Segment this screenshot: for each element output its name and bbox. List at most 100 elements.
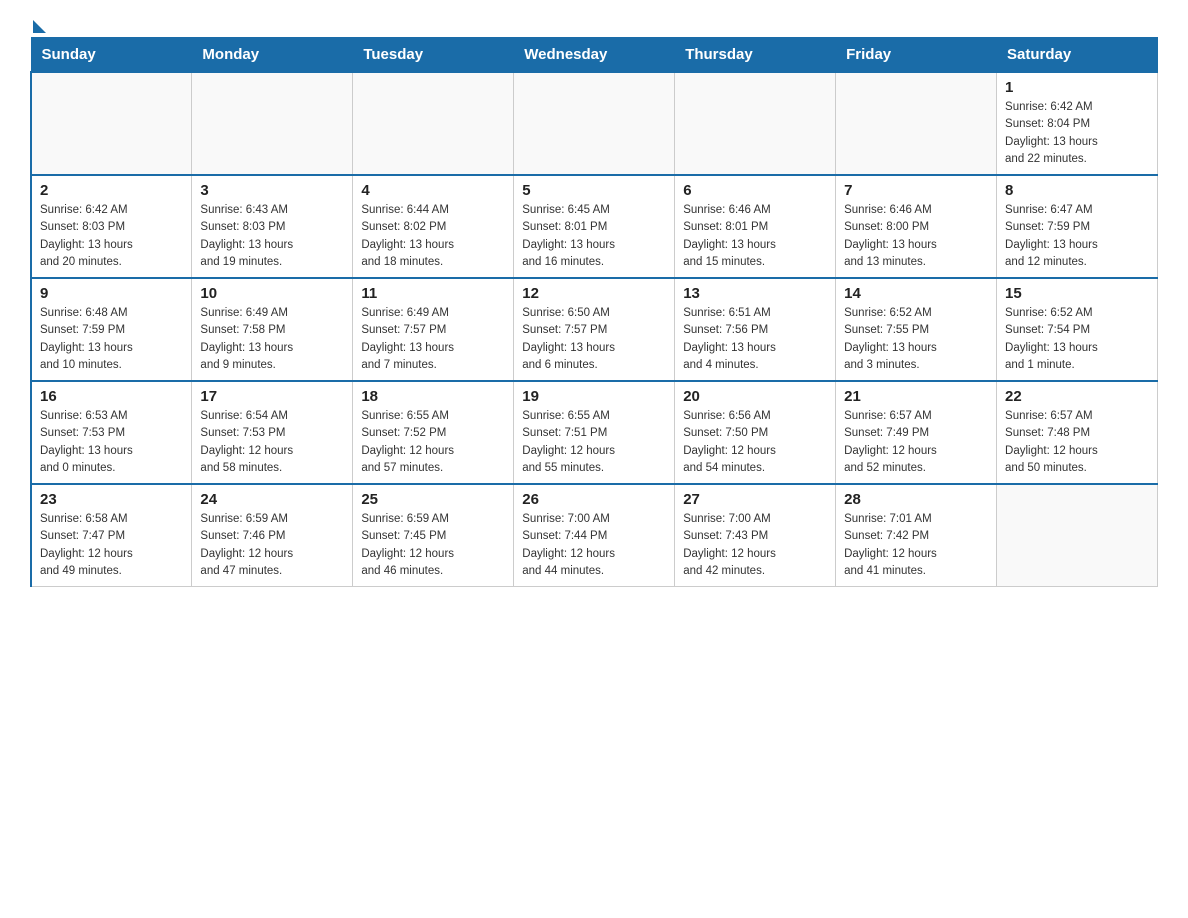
calendar-cell: 10 Sunrise: 6:49 AM Sunset: 7:58 PM Dayli… <box>192 278 353 381</box>
calendar-cell: 14 Sunrise: 6:52 AM Sunset: 7:55 PM Dayli… <box>836 278 997 381</box>
calendar-cell: 12 Sunrise: 6:50 AM Sunset: 7:57 PM Dayli… <box>514 278 675 381</box>
weekday-header-monday: Monday <box>192 38 353 73</box>
calendar-cell: 3Sunrise: 6:43 AM Sunset: 8:03 PM Daylig… <box>192 175 353 278</box>
logo <box>30 20 46 27</box>
weekday-header-wednesday: Wednesday <box>514 38 675 73</box>
day-info: Sunrise: 6:59 AM Sunset: 7:45 PM Dayligh… <box>361 511 505 580</box>
weekday-header-saturday: Saturday <box>997 38 1158 73</box>
weekday-header-friday: Friday <box>836 38 997 73</box>
day-number: 12 <box>522 285 666 302</box>
calendar-week-1: 1 Sunrise: 6:42 AM Sunset: 8:04 PM Daylig… <box>31 72 1158 175</box>
day-info: Sunrise: 6:53 AM Sunset: 7:53 PM Dayligh… <box>40 408 183 477</box>
day-info: Sunrise: 6:49 AM Sunset: 7:57 PM Dayligh… <box>361 305 505 374</box>
day-info: Sunrise: 6:57 AM Sunset: 7:48 PM Dayligh… <box>1005 408 1149 477</box>
page-header <box>30 20 1158 27</box>
day-number: 20 <box>683 388 827 405</box>
calendar-cell <box>31 72 192 175</box>
calendar-cell: 26Sunrise: 7:00 AM Sunset: 7:44 PM Dayli… <box>514 484 675 587</box>
calendar-cell: 15 Sunrise: 6:52 AM Sunset: 7:54 PM Dayli… <box>997 278 1158 381</box>
day-number: 5 <box>522 182 666 199</box>
day-number: 4 <box>361 182 505 199</box>
day-number: 27 <box>683 491 827 508</box>
day-number: 22 <box>1005 388 1149 405</box>
calendar-cell: 11 Sunrise: 6:49 AM Sunset: 7:57 PM Dayli… <box>353 278 514 381</box>
day-info: Sunrise: 6:52 AM Sunset: 7:55 PM Dayligh… <box>844 305 988 374</box>
calendar-week-5: 23 Sunrise: 6:58 AM Sunset: 7:47 PM Dayli… <box>31 484 1158 587</box>
day-number: 2 <box>40 182 183 199</box>
calendar-cell: 23 Sunrise: 6:58 AM Sunset: 7:47 PM Dayli… <box>31 484 192 587</box>
calendar-cell <box>836 72 997 175</box>
day-number: 9 <box>40 285 183 302</box>
calendar-cell: 28 Sunrise: 7:01 AM Sunset: 7:42 PM Dayli… <box>836 484 997 587</box>
day-number: 15 <box>1005 285 1149 302</box>
calendar-header: SundayMondayTuesdayWednesdayThursdayFrid… <box>31 38 1158 73</box>
day-info: Sunrise: 7:01 AM Sunset: 7:42 PM Dayligh… <box>844 511 988 580</box>
day-info: Sunrise: 6:51 AM Sunset: 7:56 PM Dayligh… <box>683 305 827 374</box>
day-info: Sunrise: 6:46 AM Sunset: 8:01 PM Dayligh… <box>683 202 827 271</box>
calendar-cell: 18Sunrise: 6:55 AM Sunset: 7:52 PM Dayli… <box>353 381 514 484</box>
day-number: 21 <box>844 388 988 405</box>
calendar-cell <box>192 72 353 175</box>
day-number: 16 <box>40 388 183 405</box>
calendar-cell: 4 Sunrise: 6:44 AM Sunset: 8:02 PM Daylig… <box>353 175 514 278</box>
calendar-cell: 6 Sunrise: 6:46 AM Sunset: 8:01 PM Daylig… <box>675 175 836 278</box>
day-info: Sunrise: 6:44 AM Sunset: 8:02 PM Dayligh… <box>361 202 505 271</box>
calendar-week-2: 2 Sunrise: 6:42 AM Sunset: 8:03 PM Daylig… <box>31 175 1158 278</box>
weekday-header-tuesday: Tuesday <box>353 38 514 73</box>
day-info: Sunrise: 7:00 AM Sunset: 7:43 PM Dayligh… <box>683 511 827 580</box>
calendar-cell: 7Sunrise: 6:46 AM Sunset: 8:00 PM Daylig… <box>836 175 997 278</box>
day-info: Sunrise: 6:56 AM Sunset: 7:50 PM Dayligh… <box>683 408 827 477</box>
calendar-cell <box>353 72 514 175</box>
day-number: 3 <box>200 182 344 199</box>
calendar-cell: 17 Sunrise: 6:54 AM Sunset: 7:53 PM Dayli… <box>192 381 353 484</box>
calendar-cell: 21 Sunrise: 6:57 AM Sunset: 7:49 PM Dayli… <box>836 381 997 484</box>
weekday-header-row: SundayMondayTuesdayWednesdayThursdayFrid… <box>31 38 1158 73</box>
calendar-cell <box>997 484 1158 587</box>
calendar-cell: 1 Sunrise: 6:42 AM Sunset: 8:04 PM Daylig… <box>997 72 1158 175</box>
calendar-cell: 2 Sunrise: 6:42 AM Sunset: 8:03 PM Daylig… <box>31 175 192 278</box>
day-info: Sunrise: 6:58 AM Sunset: 7:47 PM Dayligh… <box>40 511 183 580</box>
calendar-cell: 5 Sunrise: 6:45 AM Sunset: 8:01 PM Daylig… <box>514 175 675 278</box>
day-info: Sunrise: 6:42 AM Sunset: 8:03 PM Dayligh… <box>40 202 183 271</box>
day-number: 7 <box>844 182 988 199</box>
calendar-cell: 8 Sunrise: 6:47 AM Sunset: 7:59 PM Daylig… <box>997 175 1158 278</box>
weekday-header-sunday: Sunday <box>31 38 192 73</box>
day-number: 25 <box>361 491 505 508</box>
calendar-cell: 22 Sunrise: 6:57 AM Sunset: 7:48 PM Dayli… <box>997 381 1158 484</box>
calendar-cell: 13Sunrise: 6:51 AM Sunset: 7:56 PM Dayli… <box>675 278 836 381</box>
logo-triangle-icon <box>33 20 46 33</box>
day-number: 8 <box>1005 182 1149 199</box>
calendar-cell: 9 Sunrise: 6:48 AM Sunset: 7:59 PM Daylig… <box>31 278 192 381</box>
day-info: Sunrise: 6:50 AM Sunset: 7:57 PM Dayligh… <box>522 305 666 374</box>
day-info: Sunrise: 6:49 AM Sunset: 7:58 PM Dayligh… <box>200 305 344 374</box>
day-number: 11 <box>361 285 505 302</box>
day-info: Sunrise: 6:52 AM Sunset: 7:54 PM Dayligh… <box>1005 305 1149 374</box>
weekday-header-thursday: Thursday <box>675 38 836 73</box>
day-number: 10 <box>200 285 344 302</box>
day-info: Sunrise: 6:48 AM Sunset: 7:59 PM Dayligh… <box>40 305 183 374</box>
day-info: Sunrise: 6:54 AM Sunset: 7:53 PM Dayligh… <box>200 408 344 477</box>
day-number: 17 <box>200 388 344 405</box>
day-info: Sunrise: 6:47 AM Sunset: 7:59 PM Dayligh… <box>1005 202 1149 271</box>
day-number: 18 <box>361 388 505 405</box>
calendar-cell: 16 Sunrise: 6:53 AM Sunset: 7:53 PM Dayli… <box>31 381 192 484</box>
calendar-cell: 27 Sunrise: 7:00 AM Sunset: 7:43 PM Dayli… <box>675 484 836 587</box>
calendar-week-3: 9 Sunrise: 6:48 AM Sunset: 7:59 PM Daylig… <box>31 278 1158 381</box>
day-info: Sunrise: 6:59 AM Sunset: 7:46 PM Dayligh… <box>200 511 344 580</box>
day-number: 28 <box>844 491 988 508</box>
day-info: Sunrise: 6:42 AM Sunset: 8:04 PM Dayligh… <box>1005 99 1149 168</box>
day-info: Sunrise: 6:55 AM Sunset: 7:51 PM Dayligh… <box>522 408 666 477</box>
day-number: 14 <box>844 285 988 302</box>
calendar-cell <box>675 72 836 175</box>
day-info: Sunrise: 6:57 AM Sunset: 7:49 PM Dayligh… <box>844 408 988 477</box>
calendar-cell: 24Sunrise: 6:59 AM Sunset: 7:46 PM Dayli… <box>192 484 353 587</box>
day-number: 19 <box>522 388 666 405</box>
calendar-table: SundayMondayTuesdayWednesdayThursdayFrid… <box>30 37 1158 587</box>
calendar-cell <box>514 72 675 175</box>
day-info: Sunrise: 6:45 AM Sunset: 8:01 PM Dayligh… <box>522 202 666 271</box>
calendar-week-4: 16 Sunrise: 6:53 AM Sunset: 7:53 PM Dayli… <box>31 381 1158 484</box>
day-number: 23 <box>40 491 183 508</box>
calendar-cell: 19 Sunrise: 6:55 AM Sunset: 7:51 PM Dayli… <box>514 381 675 484</box>
day-number: 6 <box>683 182 827 199</box>
day-number: 1 <box>1005 79 1149 96</box>
